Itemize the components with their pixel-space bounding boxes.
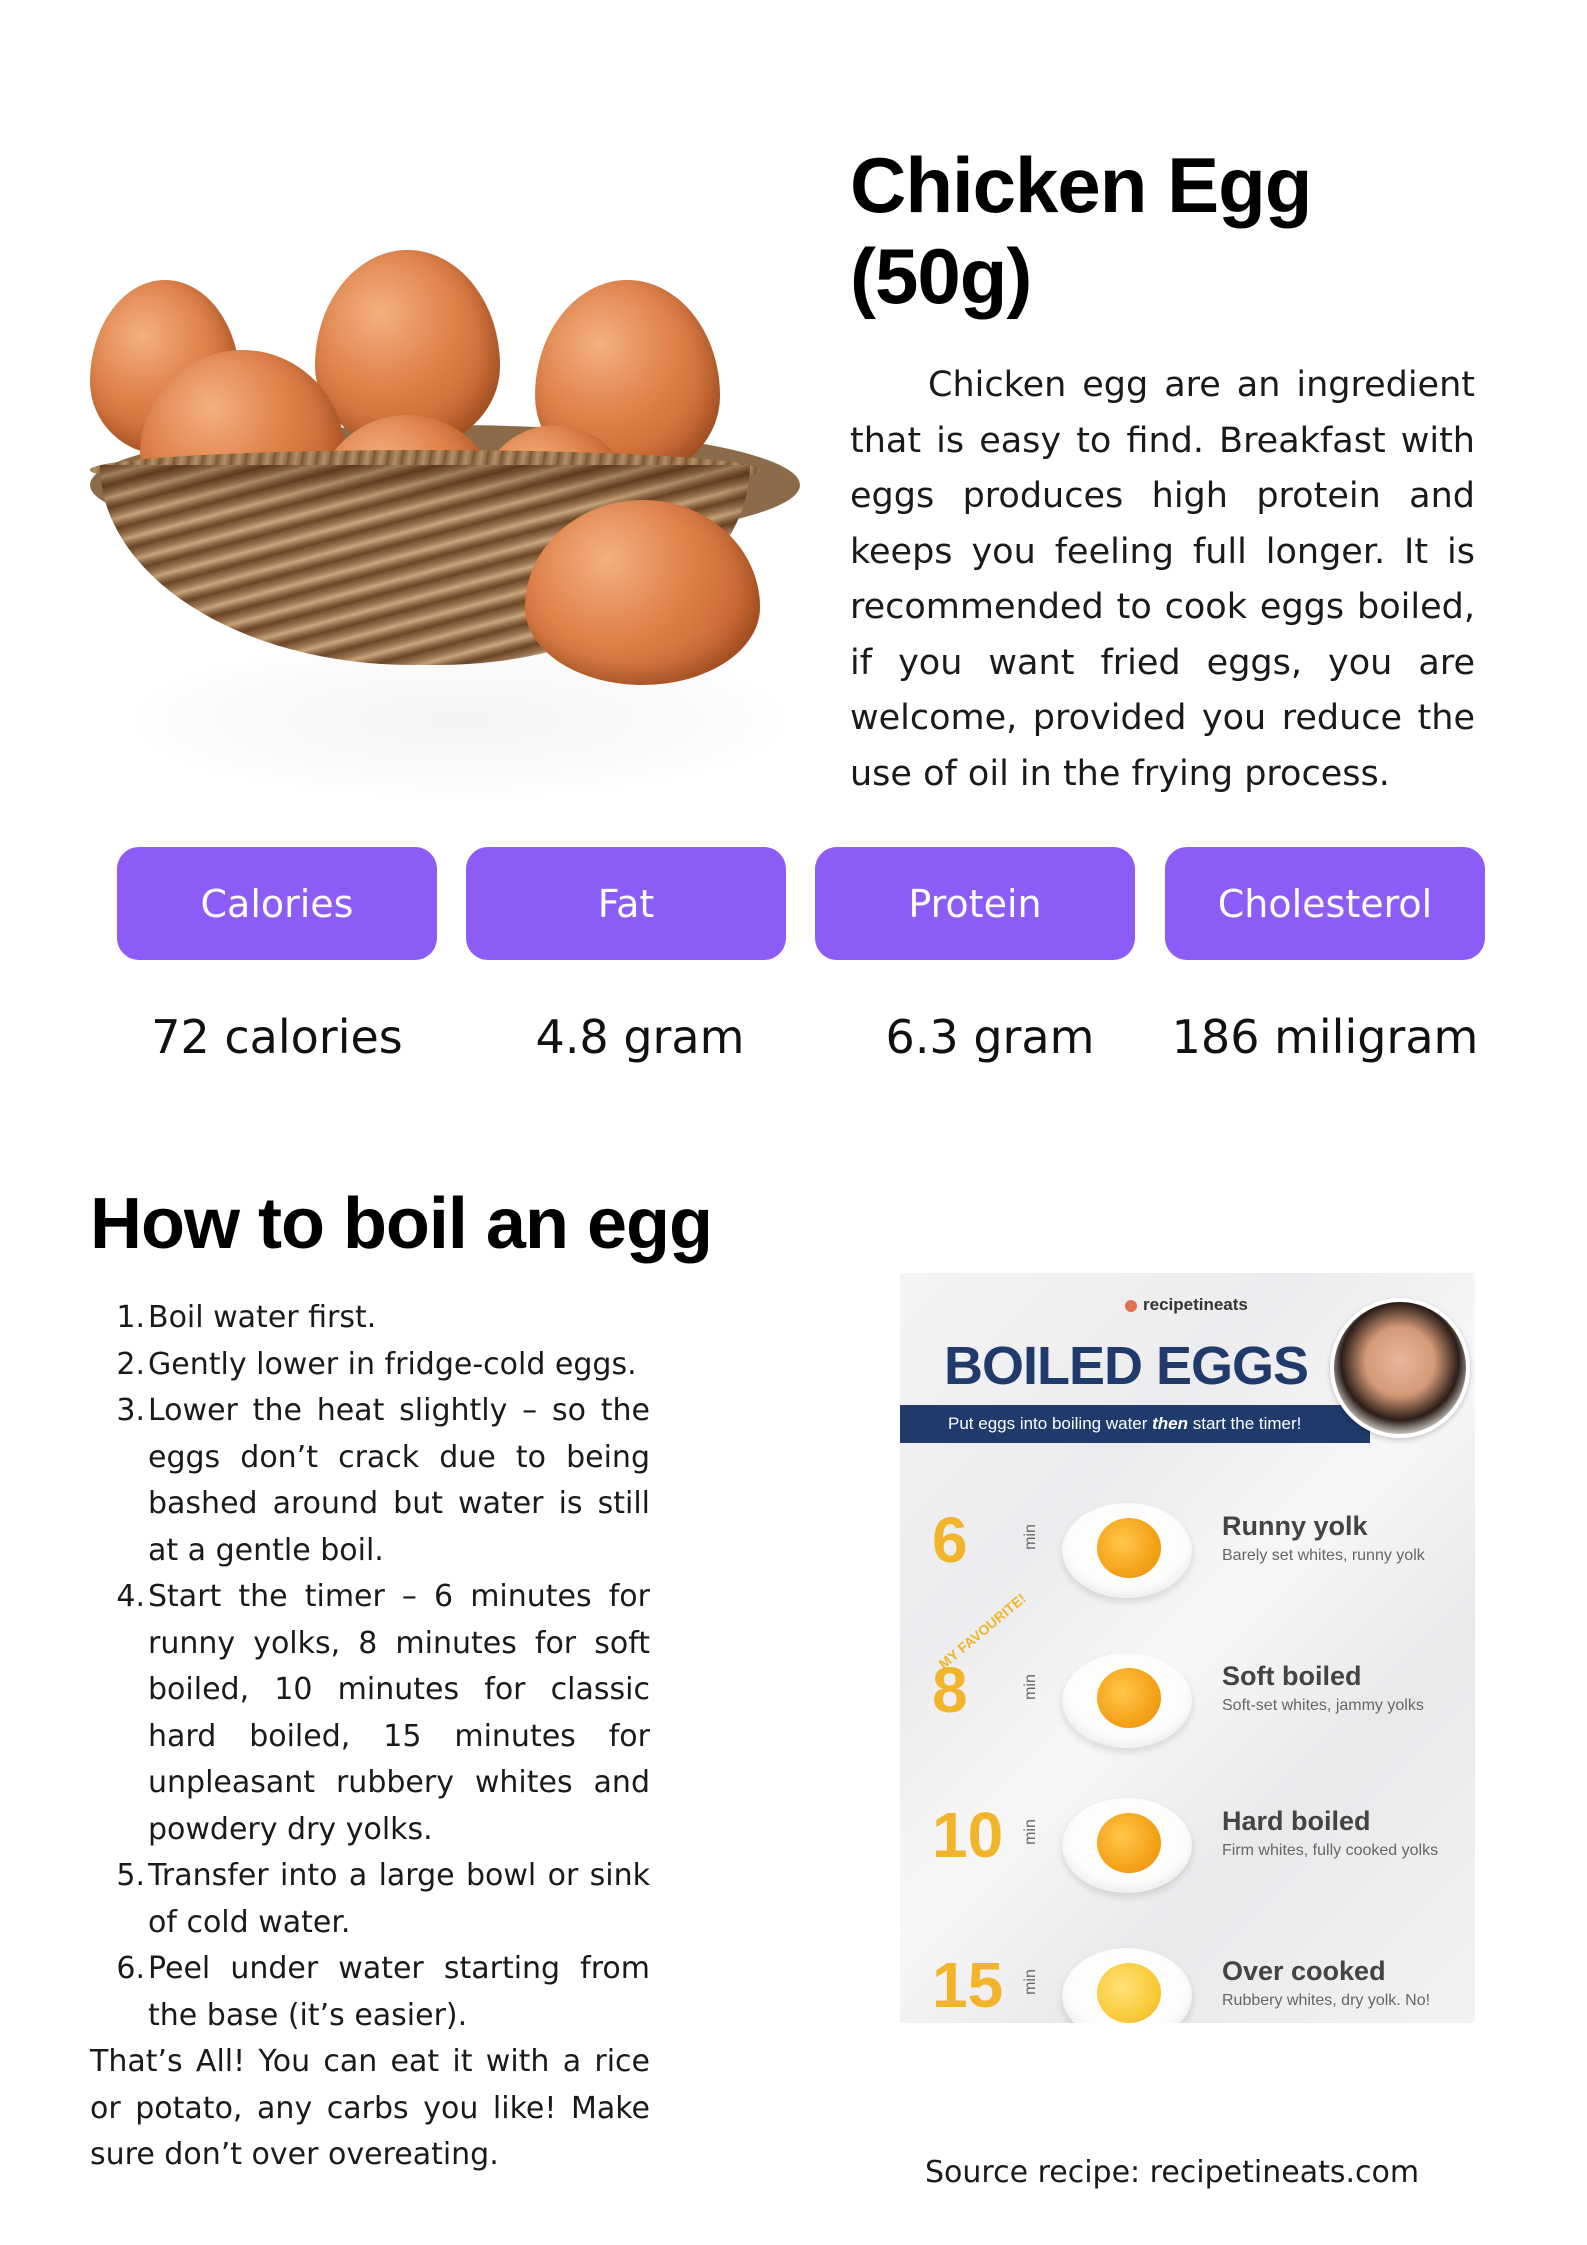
infographic-title: BOILED EGGS bbox=[944, 1336, 1309, 1396]
nutrition-label-cholesterol: Cholesterol bbox=[1165, 847, 1485, 960]
source-credit: Source recipe: recipetineats.com bbox=[925, 2155, 1420, 2190]
minutes-unit: min bbox=[1021, 1969, 1039, 1995]
minutes-number: 15 bbox=[932, 1949, 1004, 2021]
nutrition-label-protein: Protein bbox=[815, 847, 1135, 960]
infographic-brand: recipetineats bbox=[1125, 1295, 1248, 1315]
doneness-name: Hard boiled bbox=[1222, 1806, 1371, 1836]
step-item: 4. Start the timer – 6 minutes for runny … bbox=[90, 1574, 650, 1853]
brand-name: recipetineats bbox=[1143, 1295, 1248, 1314]
egg-cut-icon bbox=[1062, 1948, 1192, 2023]
step-text: Start the timer – 6 minutes for runny yo… bbox=[148, 1579, 650, 1847]
doneness-desc: Soft-set whites, jammy yolks bbox=[1222, 1697, 1424, 1714]
step-text: Gently lower in fridge-cold eggs. bbox=[148, 1346, 637, 1382]
step-item: 3. Lower the heat slightly – so the eggs … bbox=[90, 1388, 650, 1574]
egg-basket-image bbox=[60, 250, 800, 795]
step-number: 3. bbox=[116, 1393, 145, 1428]
nutrition-label-calories: Calories bbox=[117, 847, 437, 960]
infographic-banner: Put eggs into boiling water then start t… bbox=[900, 1405, 1370, 1443]
step-text: Peel under water starting from the base … bbox=[148, 1951, 650, 2033]
step-number: 4. bbox=[116, 1579, 145, 1614]
egg-row-15: 15 min Over cooked Rubbery whites, dry y… bbox=[900, 1918, 1475, 2023]
boiled-eggs-infographic: recipetineats BOILED EGGS Put eggs into … bbox=[900, 1273, 1475, 2023]
yolk-runny bbox=[1097, 1518, 1161, 1578]
egg-cut-icon bbox=[1062, 1653, 1192, 1748]
minutes-number: 8 bbox=[932, 1654, 968, 1726]
step-number: 5. bbox=[116, 1858, 145, 1893]
banner-text-em: then bbox=[1152, 1414, 1189, 1433]
doneness-desc: Rubbery whites, dry yolk. No! bbox=[1222, 1992, 1431, 2009]
step-item: 1. Boil water first. bbox=[90, 1295, 650, 1342]
step-item: 6. Peel under water starting from the bas… bbox=[90, 1946, 650, 2039]
step-item: 5. Transfer into a large bowl or sink of … bbox=[90, 1853, 650, 1946]
steps-list: 1. Boil water first. 2. Gently lower in fr… bbox=[90, 1295, 650, 2039]
egg-cut-icon bbox=[1062, 1503, 1192, 1598]
step-text: Transfer into a large bowl or sink of co… bbox=[148, 1858, 650, 1940]
step-number: 6. bbox=[116, 1951, 145, 1986]
doneness-desc: Firm whites, fully cooked yolks bbox=[1222, 1842, 1439, 1859]
banner-text-pre: Put eggs into boiling water bbox=[948, 1414, 1153, 1433]
minutes-unit: min bbox=[1021, 1819, 1039, 1845]
minutes-unit: min bbox=[1021, 1674, 1039, 1700]
brand-logo-icon bbox=[1125, 1299, 1137, 1312]
yolk-jammy bbox=[1097, 1668, 1161, 1728]
step-text: Boil water first. bbox=[148, 1300, 377, 1335]
nutrition-value-fat: 4.8 gram bbox=[535, 1010, 745, 1064]
step-text: Lower the heat slightly – so the eggs do… bbox=[148, 1393, 650, 1568]
page-title: Chicken Egg (50g) bbox=[850, 141, 1312, 320]
nutrition-value-calories: 72 calories bbox=[151, 1010, 403, 1064]
howto-steps: 1. Boil water first. 2. Gently lower in fr… bbox=[90, 1295, 650, 2179]
step-number: 1. bbox=[116, 1300, 145, 1335]
nutrition-label-fat: Fat bbox=[466, 847, 786, 960]
doneness-name: Over cooked bbox=[1222, 1956, 1386, 1986]
doneness-name: Runny yolk bbox=[1222, 1511, 1368, 1541]
yolk-dry bbox=[1097, 1963, 1161, 2023]
step-number: 2. bbox=[116, 1346, 145, 1382]
yolk-firm bbox=[1097, 1813, 1161, 1873]
step-item: 2. Gently lower in fridge-cold eggs. bbox=[90, 1342, 650, 1389]
nutrition-value-protein: 6.3 gram bbox=[885, 1010, 1095, 1064]
egg-description: Chicken egg are an ingredient that is ea… bbox=[850, 365, 1475, 794]
minutes-unit: min bbox=[1021, 1524, 1039, 1550]
nutrition-value-cholesterol: 186 miligram bbox=[1171, 1010, 1479, 1064]
minutes-number: 6 bbox=[932, 1504, 968, 1576]
egg-row-8: MY FAVOURITE! 8 min Soft boiled Soft-set… bbox=[900, 1590, 1475, 1773]
howto-outro: That’s All! You can eat it with a rice o… bbox=[90, 2044, 650, 2172]
egg-cut-icon bbox=[1062, 1798, 1192, 1893]
author-avatar bbox=[1330, 1298, 1470, 1438]
howto-heading: How to boil an egg bbox=[90, 1184, 713, 1264]
egg-row-6: 6 min Runny yolk Barely set whites, runn… bbox=[900, 1473, 1475, 1623]
doneness-name: Soft boiled bbox=[1222, 1661, 1362, 1691]
minutes-number: 10 bbox=[932, 1799, 1004, 1871]
doneness-desc: Barely set whites, runny yolk bbox=[1222, 1547, 1425, 1564]
banner-text-post: start the timer! bbox=[1188, 1414, 1302, 1433]
egg-row-10: 10 min Hard boiled Firm whites, fully co… bbox=[900, 1768, 1475, 1918]
